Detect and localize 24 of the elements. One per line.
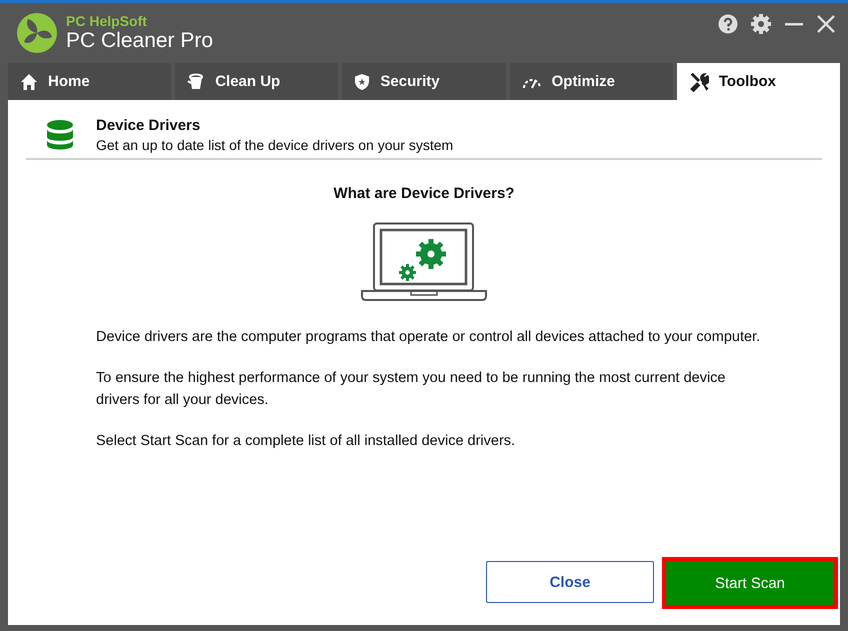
- database-icon: [46, 120, 74, 150]
- tab[interactable]: Optimize: [510, 63, 673, 100]
- paragraph: Select Start Scan for a complete list of all installed device drivers.: [96, 432, 516, 451]
- tab[interactable]: Toolbox: [676, 63, 840, 100]
- tools-icon: [688, 72, 709, 92]
- section-title: Device Drivers: [96, 117, 202, 134]
- tab[interactable]: Home: [8, 63, 172, 100]
- tab[interactable]: Clean Up: [175, 63, 338, 100]
- start-scan-button[interactable]: Start Scan: [662, 557, 838, 609]
- app-title: PC Cleaner Pro: [66, 29, 214, 53]
- settings-icon[interactable]: [750, 13, 772, 35]
- leaf-logo-icon: [16, 12, 58, 54]
- help-icon[interactable]: [718, 14, 738, 34]
- home-icon: [20, 72, 38, 90]
- paragraph: Device drivers are the computer programs that operate or control all devices attached to your computer.: [96, 328, 762, 347]
- heading: What are Device Drivers?: [332, 185, 516, 202]
- section-subtitle: Get an up to date list of the device drivers on your system: [96, 137, 454, 153]
- close-icon[interactable]: [816, 14, 836, 34]
- brand-name: PC HelpSoft: [66, 13, 148, 29]
- bucket-icon: [187, 72, 206, 90]
- close-button[interactable]: Close: [486, 561, 654, 603]
- paragraph: To ensure the highest performance of your system you need to be running the most current device drivers for all your devices.: [96, 369, 726, 410]
- shield-icon: [354, 72, 370, 90]
- tab[interactable]: Security: [342, 63, 506, 100]
